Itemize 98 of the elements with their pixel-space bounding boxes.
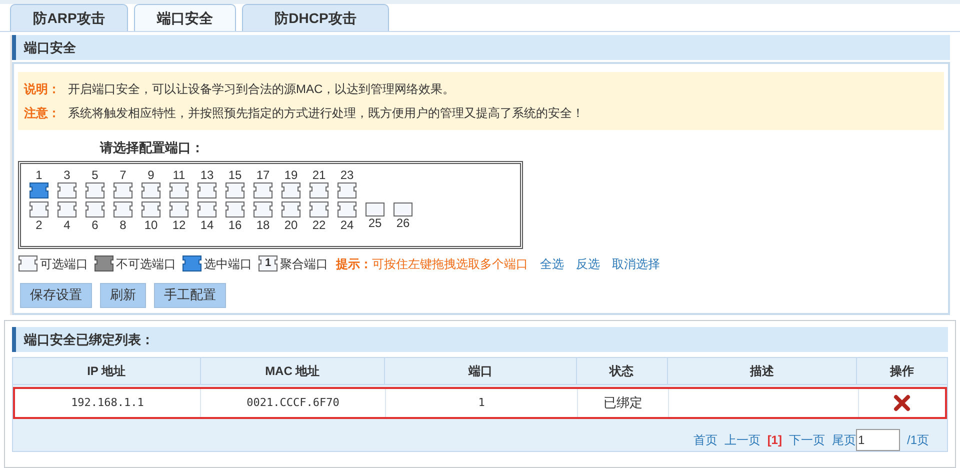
notice-label: 注意： bbox=[24, 105, 60, 122]
port[interactable] bbox=[113, 200, 133, 218]
port-number: 15 bbox=[228, 168, 242, 182]
column-header: 描述 bbox=[750, 363, 774, 380]
notice-text: 系统将触发相应特性，并按照预先指定的方式进行处理，既方便用户的管理又提高了系统的安全！ bbox=[68, 105, 584, 122]
delete-icon[interactable] bbox=[893, 394, 911, 412]
port-number: 23 bbox=[340, 168, 354, 182]
table-cell-text: 0021.CCCF.6F70 bbox=[246, 394, 340, 411]
port[interactable] bbox=[29, 200, 49, 218]
port[interactable] bbox=[85, 200, 105, 218]
port[interactable] bbox=[253, 200, 273, 218]
port-legend-icon bbox=[182, 255, 202, 272]
section-title: 端口安全 bbox=[24, 38, 76, 57]
previous-page-link[interactable]: 上一页 bbox=[724, 431, 760, 449]
tab[interactable]: 端口安全 bbox=[134, 4, 236, 31]
select-link[interactable]: 反选 bbox=[576, 254, 600, 272]
port-number: 14 bbox=[200, 218, 214, 232]
first-page-link[interactable]: 首页 bbox=[693, 431, 718, 449]
table-row[interactable]: 192.168.1.1 0021.CCCF.6F70 1 已绑定 bbox=[13, 387, 947, 419]
notice-text: 开启端口安全，可以让设备学习到合法的源MAC，以达到管理网络效果。 bbox=[68, 81, 455, 98]
legend-label: 选中端口 bbox=[204, 256, 252, 272]
port[interactable] bbox=[29, 182, 49, 198]
port[interactable] bbox=[337, 200, 357, 218]
tab[interactable]: 防DHCP攻击 bbox=[242, 4, 389, 31]
port-number: 21 bbox=[312, 168, 326, 182]
column-header: 状态 bbox=[610, 363, 634, 380]
port[interactable] bbox=[197, 200, 217, 218]
column-header: 端口 bbox=[468, 363, 492, 380]
port-number: 2 bbox=[36, 218, 42, 232]
port[interactable] bbox=[141, 182, 161, 198]
port-number: 5 bbox=[92, 168, 98, 182]
port-number: 24 bbox=[340, 218, 354, 232]
page-total: /1页 bbox=[906, 432, 929, 449]
port[interactable] bbox=[309, 182, 329, 198]
list-title: 端口安全已绑定列表： bbox=[24, 330, 154, 349]
port[interactable] bbox=[281, 200, 301, 218]
port-number: 26 bbox=[396, 216, 410, 230]
port-number: 20 bbox=[284, 218, 298, 232]
port-number: 17 bbox=[256, 168, 270, 182]
port-number: 11 bbox=[172, 168, 186, 182]
legend-label: 可选端口 bbox=[40, 256, 88, 272]
port[interactable] bbox=[113, 182, 133, 198]
port-number: 9 bbox=[148, 168, 154, 182]
port-number: 16 bbox=[228, 218, 242, 232]
legend-label: 聚合端口 bbox=[280, 256, 328, 272]
column-header: 操作 bbox=[890, 363, 914, 380]
port-number: 6 bbox=[92, 218, 98, 232]
port[interactable] bbox=[169, 182, 189, 198]
port-number: 8 bbox=[120, 218, 126, 232]
port[interactable] bbox=[169, 200, 189, 218]
port[interactable] bbox=[337, 182, 357, 198]
last-page-link[interactable]: 尾页 bbox=[832, 431, 856, 449]
port[interactable] bbox=[141, 200, 161, 218]
port[interactable] bbox=[225, 182, 245, 198]
hint-text: 可按住左键拖拽选取多个端口 bbox=[372, 256, 528, 272]
port[interactable] bbox=[281, 182, 301, 198]
table-cell-text: 192.168.1.1 bbox=[71, 394, 144, 411]
port[interactable] bbox=[253, 182, 273, 198]
port[interactable] bbox=[197, 182, 217, 198]
action-button[interactable]: 刷新 bbox=[100, 282, 146, 308]
port-number: 10 bbox=[144, 218, 158, 232]
port-prompt: 请选择配置端口： bbox=[100, 139, 205, 157]
port-number: 13 bbox=[200, 168, 214, 182]
select-link[interactable]: 全选 bbox=[540, 254, 564, 272]
port[interactable] bbox=[309, 200, 329, 218]
port-number: 12 bbox=[172, 218, 186, 232]
tab[interactable]: 防ARP攻击 bbox=[10, 4, 128, 31]
page-input[interactable]: 1 bbox=[856, 429, 900, 451]
action-button[interactable]: 手工配置 bbox=[154, 282, 226, 308]
select-link[interactable]: 取消选择 bbox=[612, 254, 660, 272]
port[interactable] bbox=[57, 200, 77, 218]
table-cell-text: 已绑定 bbox=[604, 394, 642, 412]
port-number: 22 bbox=[312, 218, 326, 232]
port-number-label: 1 bbox=[265, 256, 272, 271]
port[interactable] bbox=[393, 200, 413, 218]
port-number: 4 bbox=[64, 218, 70, 232]
port[interactable] bbox=[57, 182, 77, 198]
legend-label: 不可选端口 bbox=[116, 256, 176, 272]
hint-label: 提示： bbox=[336, 256, 372, 272]
table-cell-text: 1 bbox=[478, 394, 485, 411]
column-header: MAC 地址 bbox=[265, 363, 320, 380]
notice-label: 说明： bbox=[24, 81, 60, 98]
port-number: 7 bbox=[120, 168, 126, 182]
port[interactable] bbox=[225, 200, 245, 218]
port-number: 18 bbox=[256, 218, 270, 232]
column-header: IP 地址 bbox=[87, 363, 126, 380]
port-number: 3 bbox=[64, 168, 70, 182]
port[interactable] bbox=[365, 200, 385, 218]
current-page: [1] bbox=[767, 432, 782, 449]
port-number: 25 bbox=[368, 216, 382, 230]
port-number: 1 bbox=[36, 168, 42, 182]
port-number: 19 bbox=[284, 168, 298, 182]
action-button[interactable]: 保存设置 bbox=[20, 282, 92, 308]
port-legend-icon bbox=[258, 255, 278, 272]
next-page-link[interactable]: 下一页 bbox=[788, 431, 825, 449]
port[interactable] bbox=[85, 182, 105, 198]
port-legend-icon bbox=[94, 255, 114, 272]
port-legend-icon bbox=[18, 255, 38, 272]
